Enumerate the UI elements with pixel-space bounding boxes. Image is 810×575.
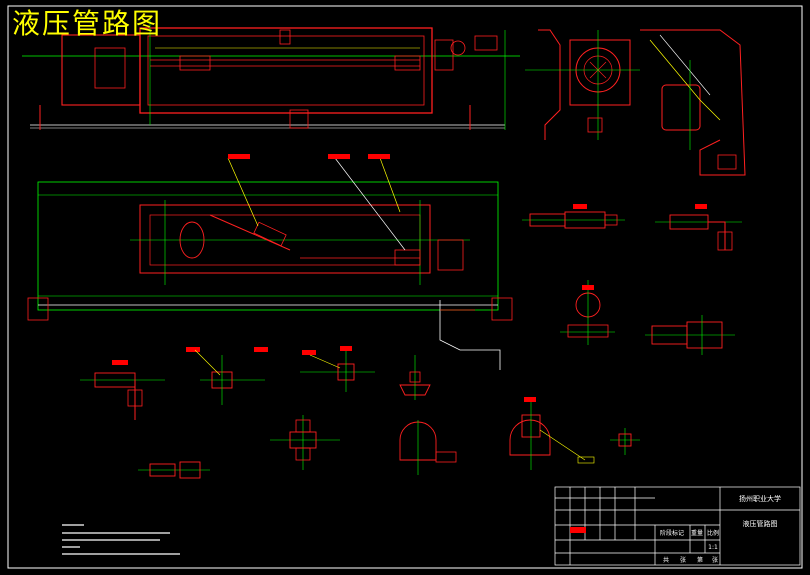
section-details-lower xyxy=(80,346,640,479)
end-view xyxy=(525,29,746,176)
sheet-total-suffix: 张 xyxy=(680,556,686,564)
scale-header: 比例 xyxy=(707,529,719,537)
drawing-sheet: 扬州职业大学 液压管路图 阶段标记 重量 比例 1:1 共 张 第 张 xyxy=(7,5,803,569)
sheet-number-prefix: 第 xyxy=(697,556,703,564)
title-block-labels: 扬州职业大学 液压管路图 阶段标记 重量 比例 1:1 共 张 第 张 xyxy=(660,494,781,564)
cad-drawing-canvas: 扬州职业大学 液压管路图 阶段标记 重量 比例 1:1 共 张 第 张 液压管路… xyxy=(0,0,810,575)
scale-value: 1:1 xyxy=(708,544,718,551)
weight-header: 重量 xyxy=(691,529,703,537)
plan-view xyxy=(27,154,513,370)
technical-notes xyxy=(62,524,180,555)
drawing-name: 液压管路图 xyxy=(743,519,778,528)
sheet-total-prefix: 共 xyxy=(663,556,669,564)
fitting-details-right xyxy=(522,204,742,355)
drawing-title: 液压管路图 xyxy=(12,7,163,40)
sheet-number-suffix: 张 xyxy=(712,556,718,564)
stage-mark-header: 阶段标记 xyxy=(660,529,684,537)
university-name: 扬州职业大学 xyxy=(739,494,781,503)
sheet-border xyxy=(7,5,803,569)
